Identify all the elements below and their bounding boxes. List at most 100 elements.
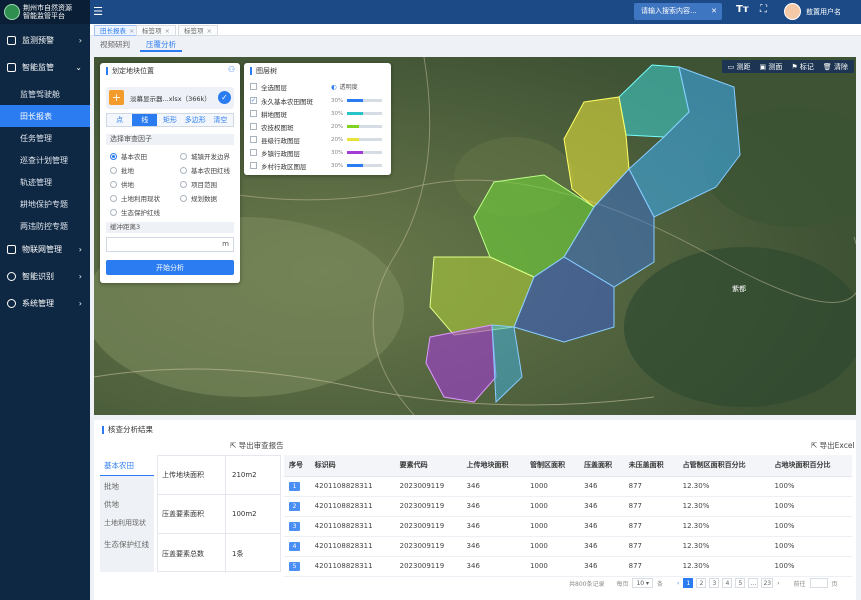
search-input[interactable]: 请输入搜索内容... ✕	[634, 3, 722, 20]
opacity-slider[interactable]	[347, 112, 382, 115]
mode-polygon[interactable]: 多边形	[182, 114, 208, 126]
map-view[interactable]: 紫都 ▭ 测距 ▣ 测面 ⚑ 标记 🗑 清除 划定地块位置 ⚇ + 淡幕显示器.…	[94, 57, 856, 415]
layer-item[interactable]: 农技权图斑 20%	[250, 120, 388, 133]
factor-radio[interactable]: 城镇开发边界	[180, 151, 230, 161]
sidebar-item-patrol-plan[interactable]: 巡查计划管理	[0, 149, 90, 171]
measure-distance-button[interactable]: ▭ 测距	[728, 62, 751, 72]
username[interactable]: 敖置用户名	[806, 0, 841, 24]
table-cell: 1000	[525, 516, 580, 537]
page-button[interactable]: 3	[709, 578, 720, 588]
checkbox[interactable]	[250, 83, 257, 90]
factor-tab[interactable]: 基本农田	[100, 455, 154, 476]
page-button[interactable]: 23	[761, 578, 774, 588]
table-cell: 1000	[525, 496, 580, 517]
checkbox[interactable]	[250, 136, 257, 143]
checkbox[interactable]	[250, 162, 257, 169]
goto-page-input[interactable]	[809, 578, 828, 588]
factor-tab[interactable]: 供地	[100, 497, 154, 518]
factor-tab[interactable]: 批地	[100, 476, 154, 497]
page-button[interactable]: 4	[722, 578, 733, 588]
nav-group-supervision[interactable]: 智能监管 ⌄	[0, 55, 90, 79]
sidebar-item-violation[interactable]: 两违防控专题	[0, 215, 90, 237]
export-excel-button[interactable]: ⇱ 导出Excel	[811, 440, 855, 451]
table-row[interactable]: 3 4201108828311 2023009119 346 1000 346 877 12.…	[284, 516, 852, 537]
close-icon[interactable]: ×	[207, 27, 212, 35]
mode-rect[interactable]: 矩形	[157, 114, 183, 126]
sidebar-item-cockpit[interactable]: 监管驾驶舱	[0, 83, 90, 105]
table-row[interactable]: 5 4201108828311 2023009119 346 1000 346 877 12.…	[284, 556, 852, 577]
layer-item[interactable]: 乡村行政区图层 30%	[250, 159, 388, 172]
mark-button[interactable]: ⚑ 标记	[791, 62, 814, 72]
page-button[interactable]: 5	[735, 578, 746, 588]
mode-clear[interactable]: 清空	[207, 114, 234, 126]
opacity-slider[interactable]	[347, 151, 382, 154]
checkbox[interactable]	[250, 110, 257, 117]
factor-radio[interactable]: 土地利用现状	[110, 193, 160, 203]
sidebar-item-tasks[interactable]: 任务管理	[0, 127, 90, 149]
tab-report[interactable]: 田长报表 ×	[94, 25, 141, 36]
layer-item[interactable]: 耕地图斑 30%	[250, 107, 388, 120]
fullscreen-icon[interactable]: ⛶	[760, 4, 767, 15]
nav-group-system[interactable]: 系统管理 ›	[0, 291, 90, 315]
layer-select-all[interactable]: 全选图层 ◐ 透明度	[250, 80, 388, 93]
add-icon[interactable]: +	[109, 90, 124, 105]
start-analysis-button[interactable]: 开始分析	[106, 260, 234, 275]
mode-line[interactable]: 线	[132, 114, 158, 126]
menu-toggle-icon[interactable]: ☰	[90, 4, 106, 20]
measure-area-button[interactable]: ▣ 测面	[760, 62, 783, 72]
prev-page-icon[interactable]: ‹	[677, 580, 679, 587]
page-button[interactable]: ...	[748, 578, 759, 588]
factor-radio[interactable]: 批地	[110, 165, 134, 175]
sidebar-item-track[interactable]: 轨迹管理	[0, 171, 90, 193]
clear-button[interactable]: 🗑 清除	[823, 62, 848, 72]
file-upload[interactable]: + 淡幕显示器...xlsx（366k） ✓	[106, 87, 234, 109]
check-icon[interactable]: ✓	[218, 91, 231, 104]
layer-item[interactable]: ✓ 永久基本农田图斑 30%	[250, 94, 388, 107]
opacity-icon: ◐	[331, 82, 337, 91]
opacity-slider[interactable]	[347, 99, 382, 102]
checkbox-checked[interactable]: ✓	[250, 97, 257, 104]
checkbox[interactable]	[250, 123, 257, 130]
opacity-slider[interactable]	[347, 138, 382, 141]
factor-radio[interactable]: 规划数据	[180, 193, 217, 203]
factor-radio[interactable]: 基本农田	[110, 151, 147, 161]
column-header: 序号	[284, 455, 310, 477]
factor-tab[interactable]: 土地利用现状	[100, 518, 154, 532]
table-row[interactable]: 4 4201108828311 2023009119 346 1000 346 877 12.…	[284, 536, 852, 557]
table-row[interactable]: 1 4201108828311 2023009119 346 1000 346 877 12.…	[284, 476, 852, 497]
factor-tab[interactable]: 生态保护红线	[100, 532, 154, 560]
nav-group-recognition[interactable]: 智能识别 ›	[0, 264, 90, 288]
tab-item[interactable]: 标签项 ×	[178, 25, 218, 36]
buffer-input[interactable]: m	[106, 237, 234, 252]
opacity-slider[interactable]	[347, 164, 382, 167]
close-icon[interactable]: ×	[129, 27, 134, 35]
factor-radio[interactable]: 生态保护红线	[110, 207, 160, 217]
close-icon[interactable]: ×	[165, 27, 170, 35]
export-report-button[interactable]: ⇱ 导出审查报告	[230, 440, 284, 451]
tab-item[interactable]: 标签项 ×	[136, 25, 176, 36]
factor-radio[interactable]: 项目范围	[180, 179, 217, 189]
app-title-line1: 荆州市自然资源	[23, 4, 72, 12]
layer-item[interactable]: 乡镇行政图层 30%	[250, 146, 388, 159]
checkbox[interactable]	[250, 149, 257, 156]
font-size-icon[interactable]: Tт	[736, 4, 749, 15]
avatar[interactable]	[784, 3, 801, 20]
page-button[interactable]: 2	[696, 578, 707, 588]
nav-group-iot[interactable]: 物联网管理 ›	[0, 237, 90, 261]
sidebar-item-report[interactable]: 田长报表	[0, 105, 90, 127]
page-button[interactable]: 1	[683, 578, 694, 588]
table-row[interactable]: 2 4201108828311 2023009119 346 1000 346 877 12.…	[284, 496, 852, 517]
factor-radio[interactable]: 供地	[110, 179, 134, 189]
tab-overlay-analysis[interactable]: 压覆分析	[140, 39, 182, 52]
sidebar-item-farmland[interactable]: 耕地保护专题	[0, 193, 90, 215]
layer-item[interactable]: 县级行政图层 20%	[250, 133, 388, 146]
next-page-icon[interactable]: ›	[777, 580, 779, 587]
page-size-select[interactable]: 10 ▾	[632, 578, 654, 588]
factor-radio[interactable]: 基本农田红线	[180, 165, 230, 175]
close-icon[interactable]: ✕	[711, 3, 717, 20]
tree-icon[interactable]: ⚇	[228, 65, 235, 74]
tab-video[interactable]: 视频研判	[94, 39, 136, 52]
mode-point[interactable]: 点	[107, 114, 133, 126]
nav-group-monitoring[interactable]: 监测预警 ›	[0, 28, 90, 52]
opacity-slider[interactable]	[347, 125, 382, 128]
